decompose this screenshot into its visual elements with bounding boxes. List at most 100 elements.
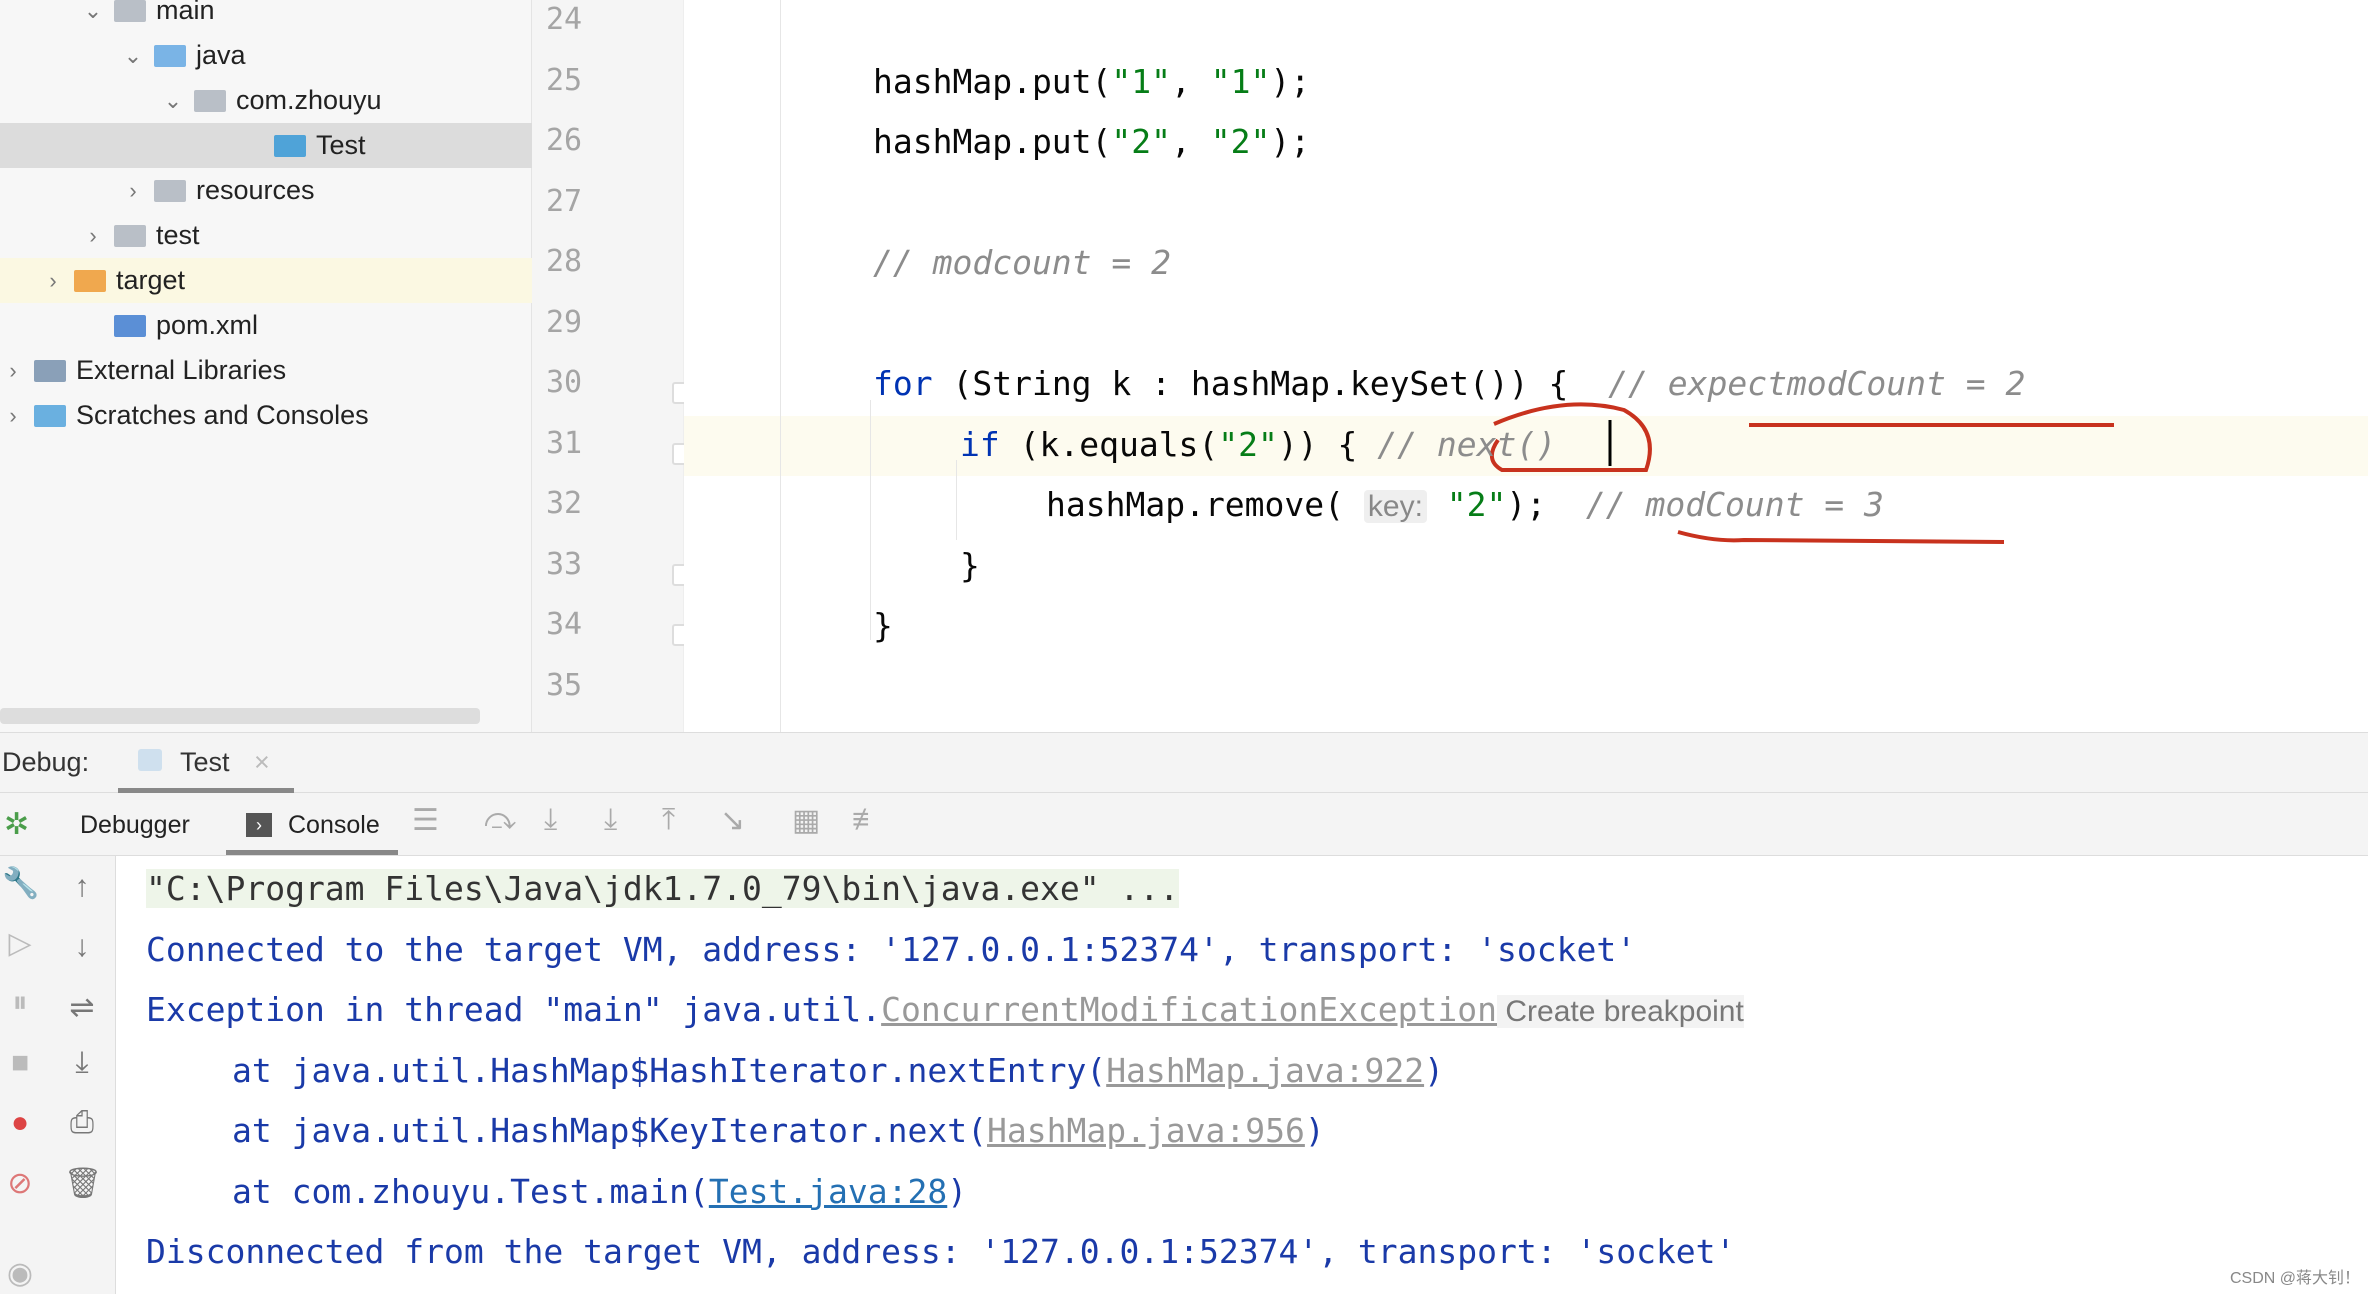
pause-icon[interactable]: ⏸ bbox=[2, 986, 38, 1020]
debug-side-toolbar: 🔧 ▷ ⏸ ■ ● ⊘ ◉ ↑ ↓ ⇌ ⤓ ⎙ 🗑 bbox=[0, 856, 116, 1294]
create-breakpoint-link[interactable]: Create breakpoint bbox=[1497, 995, 1744, 1028]
debug-label: Debug: bbox=[2, 747, 90, 777]
horizontal-scrollbar[interactable] bbox=[0, 708, 480, 724]
camera-icon[interactable]: ◉ bbox=[2, 1256, 38, 1291]
code-line[interactable]: } bbox=[960, 536, 980, 596]
code-token: // modcount = 2 bbox=[873, 243, 1172, 282]
code-line[interactable]: hashMap.remove( key: "2"); // modCount =… bbox=[1046, 475, 1884, 535]
tree-item[interactable]: › test bbox=[0, 213, 532, 258]
folder-icon bbox=[114, 224, 146, 247]
down-arrow-icon[interactable]: ↓ bbox=[64, 930, 100, 964]
code-line[interactable]: } bbox=[873, 596, 893, 656]
chevron-icon[interactable]: ⌄ bbox=[82, 0, 104, 24]
tree-item[interactable]: › Scratches and Consoles bbox=[0, 393, 532, 438]
code-token: "1" bbox=[1111, 61, 1172, 101]
code-token: hashMap.put( bbox=[873, 122, 1112, 161]
console-line: Connected to the target VM, address: '12… bbox=[146, 920, 1636, 980]
menu-icon[interactable]: ☰ bbox=[412, 803, 439, 838]
mute-breakpoints-icon[interactable]: ⊘ bbox=[2, 1166, 38, 1201]
console-icon: › bbox=[246, 813, 272, 837]
class-icon bbox=[274, 134, 306, 157]
stop-icon[interactable]: ■ bbox=[2, 1046, 38, 1080]
code-token: } bbox=[960, 545, 980, 585]
stacktrace-link[interactable]: HashMap.java:956 bbox=[987, 1111, 1305, 1150]
console-text: at java.util.HashMap$HashIterator.nextEn… bbox=[232, 1050, 1107, 1090]
code-editor[interactable]: hashMap.put("1", "1"); hashMap.put("2", "… bbox=[684, 0, 2368, 732]
chevron-icon[interactable]: › bbox=[2, 358, 24, 384]
run-to-cursor-icon[interactable]: ↘ bbox=[720, 803, 745, 838]
tree-item[interactable]: ⌄ java bbox=[0, 33, 532, 78]
bug-icon[interactable]: ✲ bbox=[4, 807, 29, 842]
line-number: 25 bbox=[546, 62, 583, 98]
console-text: Disconnected from the target VM, address… bbox=[146, 1232, 1736, 1271]
soft-wrap-icon[interactable]: ⇌ bbox=[64, 990, 100, 1025]
tree-item-label: main bbox=[156, 0, 215, 25]
code-token: // modCount = 3 bbox=[1585, 485, 1884, 524]
chevron-icon[interactable]: › bbox=[42, 268, 64, 294]
indent-guide bbox=[956, 460, 957, 540]
chevron-icon[interactable]: › bbox=[2, 403, 24, 429]
step-over-icon[interactable]: ⤼ bbox=[484, 803, 516, 837]
tab-test[interactable]: Test × bbox=[118, 733, 294, 793]
scroll-end-icon[interactable]: ⤓ bbox=[64, 1046, 100, 1080]
code-line[interactable]: // modcount = 2 bbox=[873, 233, 1171, 293]
tab-debugger[interactable]: Debugger bbox=[80, 811, 190, 840]
console-text: Exception in thread "main" java.util. bbox=[146, 990, 882, 1029]
tree-item-label: target bbox=[116, 265, 186, 295]
tree-item[interactable]: ⌄ com.zhouyu bbox=[0, 78, 532, 123]
code-token: "2" bbox=[1111, 122, 1172, 161]
force-step-into-icon[interactable]: ⤓ bbox=[604, 803, 617, 837]
code-line[interactable]: for (String k : hashMap.keySet()) { // e… bbox=[873, 354, 2025, 414]
tab-console[interactable]: › Console bbox=[226, 793, 398, 855]
stacktrace-link[interactable]: ConcurrentModificationException bbox=[881, 990, 1497, 1029]
code-line[interactable]: hashMap.put("2", "2"); bbox=[873, 112, 1310, 172]
tree-item[interactable]: › External Libraries bbox=[0, 348, 532, 393]
code-line[interactable]: if (k.equals("2")) { // next() bbox=[960, 415, 1556, 475]
code-token: if bbox=[960, 424, 1000, 464]
up-arrow-icon[interactable]: ↑ bbox=[64, 870, 100, 904]
trace-icon[interactable]: ≢ bbox=[852, 803, 882, 837]
code-token: "2" bbox=[1218, 424, 1278, 464]
console-text: ) bbox=[947, 1171, 968, 1211]
tab-label: Test bbox=[180, 747, 230, 777]
tree-item[interactable]: Test bbox=[0, 123, 532, 168]
chevron-icon[interactable]: ⌄ bbox=[162, 88, 184, 114]
line-number: 26 bbox=[546, 123, 583, 158]
chevron-icon[interactable]: › bbox=[122, 178, 144, 204]
console-output[interactable]: "C:\Program Files\Java\jdk1.7.0_79\bin\j… bbox=[116, 856, 2368, 1294]
line-number: 28 bbox=[546, 244, 583, 279]
tree-item-label: Test bbox=[316, 130, 366, 160]
console-line: at com.zhouyu.Test.main(Test.java:28) bbox=[146, 1162, 967, 1222]
indent-guide bbox=[870, 400, 871, 640]
chevron-icon[interactable]: ⌄ bbox=[122, 43, 144, 69]
run-config-icon bbox=[138, 749, 162, 771]
watermark: CSDN @蒋大钊！ bbox=[2229, 1270, 2360, 1287]
step-into-icon[interactable]: ⤓ bbox=[544, 803, 557, 837]
trash-icon[interactable]: 🗑 bbox=[64, 1166, 102, 1201]
tree-item[interactable]: ⌄ main bbox=[0, 0, 532, 33]
breakpoints-icon[interactable]: ● bbox=[2, 1106, 38, 1140]
evaluate-icon[interactable]: ▦ bbox=[792, 803, 820, 838]
chevron-icon[interactable]: › bbox=[82, 223, 104, 249]
code-token: // expectmodCount = 2 bbox=[1608, 364, 2026, 403]
line-number: 27 bbox=[546, 183, 583, 219]
console-text: at com.zhouyu.Test.main( bbox=[232, 1171, 709, 1211]
tree-item-label: resources bbox=[196, 175, 315, 205]
step-out-icon[interactable]: ⤒ bbox=[662, 803, 675, 837]
stacktrace-link[interactable]: Test.java:28 bbox=[709, 1172, 947, 1211]
line-number: 24 bbox=[546, 2, 583, 37]
line-number: 31 bbox=[546, 425, 583, 461]
line-number: 34 bbox=[546, 607, 583, 642]
tree-item[interactable]: pom.xml bbox=[0, 303, 532, 348]
resume-icon[interactable]: ▷ bbox=[2, 926, 38, 961]
stacktrace-link[interactable]: HashMap.java:922 bbox=[1106, 1051, 1424, 1090]
parameter-hint: key: bbox=[1363, 490, 1427, 523]
console-line: "C:\Program Files\Java\jdk1.7.0_79\bin\j… bbox=[146, 859, 1180, 919]
code-line[interactable]: hashMap.put("1", "1"); bbox=[873, 52, 1310, 112]
close-icon[interactable]: × bbox=[254, 747, 270, 778]
tree-item[interactable]: › target bbox=[0, 258, 532, 303]
tree-item[interactable]: › resources bbox=[0, 168, 532, 213]
print-icon[interactable]: ⎙ bbox=[64, 1106, 100, 1140]
wrench-icon[interactable]: 🔧 bbox=[2, 866, 39, 901]
